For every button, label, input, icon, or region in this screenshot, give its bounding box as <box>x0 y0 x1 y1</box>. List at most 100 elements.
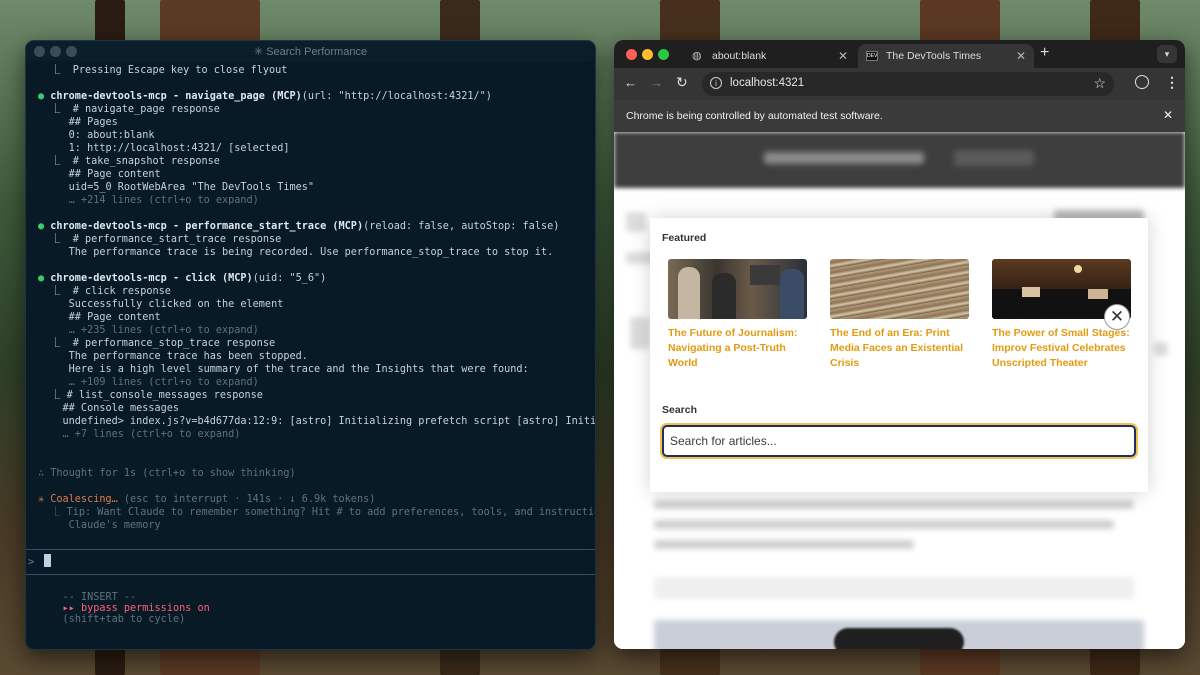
terminal-footer: -- INSERT -- ▸▸ bypass permissions on (s… <box>38 581 210 636</box>
terminal-output: ⎿ Pressing Escape key to close flyout ● c… <box>26 61 595 649</box>
minimize-dot[interactable] <box>642 49 653 60</box>
terminal-line: 0: about:blank <box>38 130 155 141</box>
tab-devtools-times[interactable]: DEV The DevTools Times ✕ <box>858 44 1034 68</box>
terminal-line: The performance trace is being recorded.… <box>38 247 554 258</box>
terminal-line: ● chrome-devtools-mcp - navigate_page (M… <box>38 91 492 102</box>
article-title-link[interactable]: The Future of Journalism: Navigating a P… <box>668 326 808 371</box>
terminal-line: ⎿ # list_console_messages response <box>38 390 263 401</box>
featured-card[interactable]: The End of an Era: Print Media Faces an … <box>830 259 970 371</box>
tab-strip: ◍ about:blank ✕ DEV The DevTools Times ✕… <box>614 40 1185 68</box>
globe-icon: ◍ <box>692 50 702 62</box>
close-info-bar-icon[interactable]: ✕ <box>1163 108 1173 122</box>
blurred-block <box>630 317 650 349</box>
blurred-block <box>1154 342 1168 356</box>
terminal-line: ## Page content <box>38 169 161 180</box>
terminal-line: … +214 lines (ctrl+o to expand) <box>38 195 259 206</box>
featured-flyout: Featured The Future of Journalism: Navig… <box>650 218 1148 492</box>
cursor <box>43 554 51 567</box>
address-bar[interactable]: i localhost:4321 ☆ <box>702 72 1114 96</box>
forward-icon[interactable]: → <box>650 75 663 90</box>
terminal-line: ⎿ # navigate_page response <box>38 104 220 115</box>
maximize-dot[interactable] <box>658 49 669 60</box>
new-tab-icon[interactable]: + <box>1040 44 1049 62</box>
terminal-line: ⎿ Tip: Want Claude to remember something… <box>38 507 595 518</box>
terminal-line: Claude's memory <box>38 520 161 531</box>
terminal-line: ● chrome-devtools-mcp - click (MCP)(uid:… <box>38 273 327 284</box>
terminal-line: ✳ Coalescing… (esc to interrupt · 141s ·… <box>38 494 376 505</box>
article-title-link[interactable]: The Power of Small Stages: Improv Festiv… <box>992 326 1132 371</box>
toolbar: ← → ↻ i localhost:4321 ☆ ⋮ <box>614 68 1185 100</box>
terminal-line: ## Page content <box>38 312 161 323</box>
info-bar-text: Chrome is being controlled by automated … <box>626 110 883 122</box>
prompt-symbol: > <box>28 556 35 568</box>
blurred-text <box>654 577 1134 599</box>
terminal-line: ⎿ Pressing Escape key to close flyout <box>38 65 288 76</box>
terminal-title: ✳ Search Performance <box>253 46 368 58</box>
article-thumbnail[interactable] <box>830 259 969 319</box>
terminal-line: undefined> index.js?v=b4d677da:12:9: [as… <box>38 416 595 427</box>
footer-permissions[interactable]: ▸▸ bypass permissions on <box>63 603 210 614</box>
terminal-line: Here is a high level summary of the trac… <box>38 364 529 375</box>
close-dot[interactable] <box>626 49 637 60</box>
blurred-text <box>654 500 1134 509</box>
footer-mode: -- INSERT -- <box>62 592 137 603</box>
back-icon[interactable]: ← <box>624 75 637 90</box>
footer-hint: (shift+tab to cycle) <box>62 614 186 625</box>
terminal-line: ## Pages <box>38 117 118 128</box>
close-tab-icon[interactable]: ✕ <box>1016 49 1026 63</box>
terminal-line: ● chrome-devtools-mcp - performance_star… <box>38 221 560 232</box>
close-tab-icon[interactable]: ✕ <box>838 49 848 63</box>
tab-search-icon[interactable]: ▾ <box>1157 45 1177 63</box>
site-favicon-icon: DEV <box>866 51 878 61</box>
prompt-bottom-rule <box>26 574 595 575</box>
terminal-line: ## Console messages <box>38 403 180 414</box>
url-text: localhost:4321 <box>730 77 805 89</box>
terminal-line: ⎿ # performance_start_trace response <box>38 234 282 245</box>
article-thumbnail[interactable] <box>668 259 807 319</box>
terminal-line: ∴ Thought for 1s (ctrl+o to show thinkin… <box>38 468 296 479</box>
terminal-window[interactable]: ✳ Search Performance ⎿ Pressing Escape k… <box>25 40 596 650</box>
featured-heading: Featured <box>662 232 707 244</box>
close-icon: ✕ <box>1109 307 1125 326</box>
terminal-line: ⎿ # click response <box>38 286 171 297</box>
reload-icon[interactable]: ↻ <box>676 74 688 91</box>
tab-label: about:blank <box>712 50 767 62</box>
blurred-nav-item <box>954 150 1034 166</box>
article-title-link[interactable]: The End of an Era: Print Media Faces an … <box>830 326 970 371</box>
automation-info-bar: Chrome is being controlled by automated … <box>614 100 1185 132</box>
terminal-line: ⎿ # take_snapshot response <box>38 156 220 167</box>
prompt-line[interactable]: > <box>26 554 51 569</box>
blurred-text <box>654 520 1114 529</box>
profile-icon[interactable] <box>1135 75 1149 89</box>
search-input[interactable]: Search for articles... <box>662 425 1136 457</box>
site-info-icon[interactable]: i <box>710 77 722 89</box>
blurred-floating-toolbar <box>834 628 964 649</box>
browser-window[interactable]: ◍ about:blank ✕ DEV The DevTools Times ✕… <box>614 40 1185 649</box>
terminal-line: ⎿ # performance_stop_trace response <box>38 338 276 349</box>
menu-kebab-icon[interactable]: ⋮ <box>1165 74 1179 91</box>
search-placeholder: Search for articles... <box>670 434 777 448</box>
terminal-line: … +109 lines (ctrl+o to expand) <box>38 377 259 388</box>
search-heading: Search <box>662 404 698 416</box>
blurred-block <box>626 212 646 232</box>
terminal-line: The performance trace has been stopped. <box>38 351 308 362</box>
blurred-text <box>654 540 914 549</box>
terminal-line: 1: http://localhost:4321/ [selected] <box>38 143 290 154</box>
blurred-nav-item <box>764 152 924 164</box>
prompt-top-rule <box>26 549 595 550</box>
tab-about-blank[interactable]: ◍ about:blank ✕ <box>684 44 856 68</box>
bookmark-star-icon[interactable]: ☆ <box>1093 75 1106 92</box>
terminal-line: … +7 lines (ctrl+o to expand) <box>38 429 241 440</box>
terminal-line: Successfully clicked on the element <box>38 299 284 310</box>
featured-card[interactable]: The Future of Journalism: Navigating a P… <box>668 259 808 371</box>
terminal-line: uid=5_0 RootWebArea "The DevTools Times" <box>38 182 315 193</box>
page-content: Featured The Future of Journalism: Navig… <box>614 132 1185 649</box>
close-flyout-button[interactable]: ✕ <box>1104 304 1130 330</box>
tab-label: The DevTools Times <box>886 50 982 62</box>
